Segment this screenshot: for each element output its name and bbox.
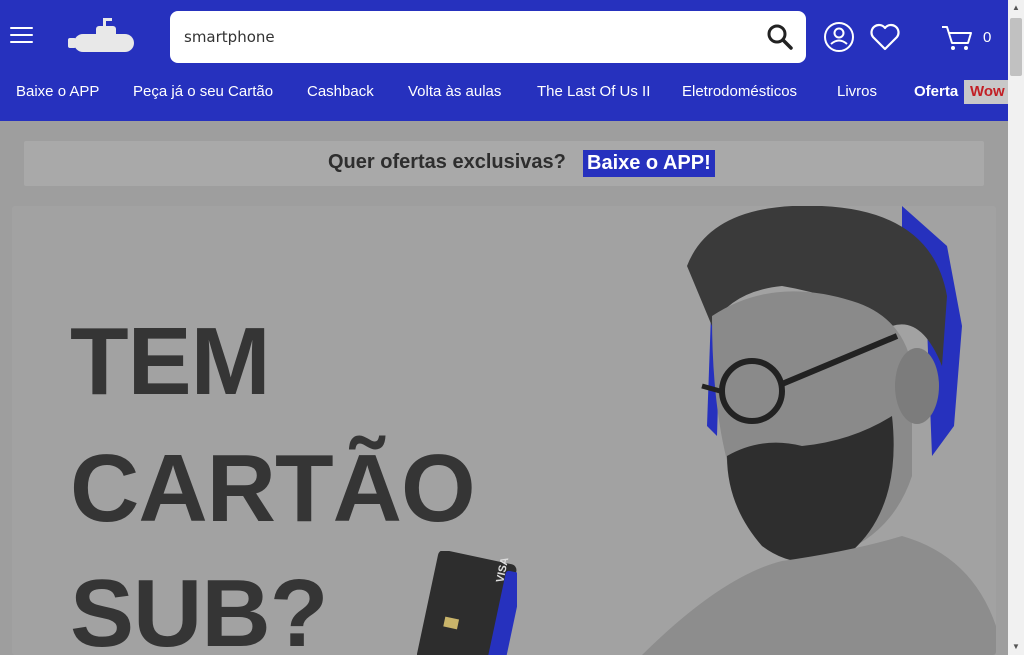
banner-line-3: SUB? <box>70 560 328 655</box>
wow-badge[interactable]: Wow <box>964 80 1008 104</box>
nav-item-eletrodomesticos[interactable]: Eletrodomésticos <box>682 83 797 100</box>
banner-line-1: TEM <box>70 308 271 415</box>
category-nav: Baixe o APP Peça já o seu Cartão Cashbac… <box>0 80 1008 106</box>
site-header: 0 Baixe o APP Peça já o seu Cartão Cashb… <box>0 0 1008 121</box>
nav-item-baixe-app[interactable]: Baixe o APP <box>16 83 99 100</box>
search-bar <box>170 11 806 63</box>
nav-item-cartao[interactable]: Peça já o seu Cartão <box>133 83 273 100</box>
banner-line-2: CARTÃO <box>70 435 476 542</box>
hero-banner[interactable]: TEM CARTÃO SUB? VISA <box>12 206 996 655</box>
promo-text: Quer ofertas exclusivas? <box>328 151 566 173</box>
nav-item-last-of-us[interactable]: The Last Of Us II <box>537 83 650 100</box>
nav-item-volta-aulas[interactable]: Volta às aulas <box>408 83 501 100</box>
download-app-link[interactable]: Baixe o APP! <box>583 150 715 177</box>
nav-item-cashback[interactable]: Cashback <box>307 83 374 100</box>
cart-count-badge: 0 <box>983 29 992 46</box>
heart-icon[interactable] <box>869 23 901 51</box>
page-scrollbar[interactable]: ▲ ▼ <box>1008 0 1024 655</box>
cart-icon[interactable] <box>940 24 974 52</box>
scroll-up-icon[interactable]: ▲ <box>1008 0 1024 16</box>
menu-icon[interactable] <box>10 27 33 45</box>
search-input[interactable] <box>184 23 744 51</box>
nav-item-oferta[interactable]: Oferta <box>914 83 958 100</box>
person-illustration <box>642 206 996 655</box>
submarine-logo-icon[interactable] <box>68 16 140 56</box>
search-icon[interactable] <box>766 23 794 51</box>
user-icon[interactable] <box>823 21 855 53</box>
nav-item-livros[interactable]: Livros <box>837 83 877 100</box>
scroll-thumb[interactable] <box>1010 18 1022 76</box>
promo-strip: Quer ofertas exclusivas? Baixe o APP! <box>24 141 984 186</box>
scroll-down-icon[interactable]: ▼ <box>1008 639 1024 655</box>
